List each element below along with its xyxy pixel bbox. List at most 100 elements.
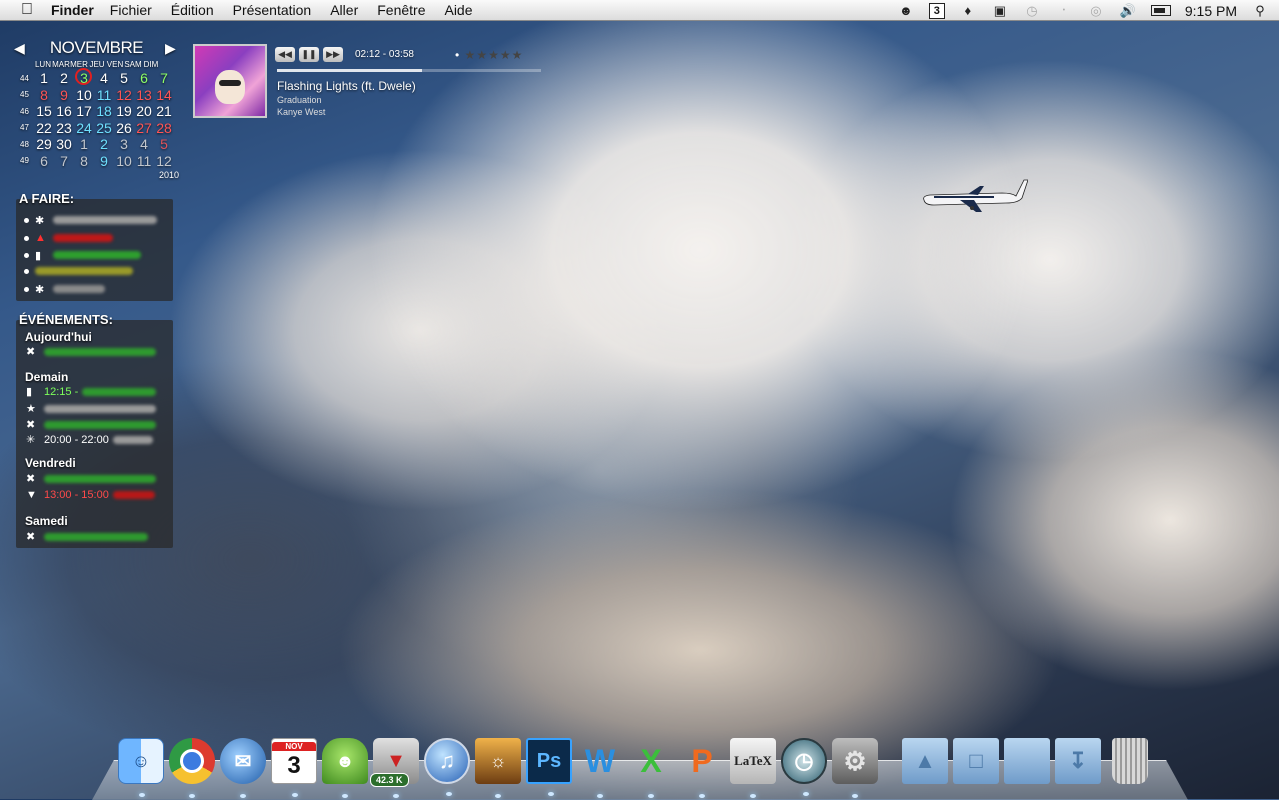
menu-presentation[interactable]: Présentation xyxy=(233,2,312,18)
calendar-day[interactable]: 12 xyxy=(154,153,174,169)
todo-item[interactable]: ▮ xyxy=(24,248,141,262)
star-icon[interactable]: ★ xyxy=(500,48,512,62)
previous-track-icon[interactable]: ◀◀ xyxy=(275,47,295,62)
trash-icon[interactable] xyxy=(1112,738,1148,784)
spotlight-search-icon[interactable]: ⚲ xyxy=(1251,3,1269,18)
event-item[interactable]: ✖ xyxy=(26,530,148,543)
star-icon[interactable]: ★ xyxy=(488,48,500,62)
calendar-day[interactable]: 11 xyxy=(94,87,114,103)
calendar-day[interactable]: 10 xyxy=(74,87,94,103)
apple-menu-icon[interactable]:  xyxy=(17,1,37,19)
chrome-icon[interactable] xyxy=(169,738,215,798)
calendar-day[interactable]: 21 xyxy=(154,103,174,119)
event-item[interactable]: ▼ 13:00 - 15:00 xyxy=(26,488,155,501)
menu-fenetre[interactable]: Fenêtre xyxy=(377,2,425,18)
todo-item[interactable]: ✱ xyxy=(24,282,105,296)
calendar-day[interactable]: 1 xyxy=(74,136,94,152)
pause-icon[interactable]: ❚❚ xyxy=(299,47,319,62)
calendar-day[interactable]: 3 xyxy=(114,136,134,152)
calendar-day[interactable]: 10 xyxy=(114,153,134,169)
todo-item[interactable]: ▲ xyxy=(24,231,113,245)
calendar-day[interactable]: 23 xyxy=(54,120,74,136)
event-item[interactable]: ▮ 12:15 - xyxy=(26,385,157,398)
calendar-day[interactable]: 14 xyxy=(154,87,174,103)
itunes-icon[interactable]: ♫ xyxy=(424,738,470,796)
calendar-day[interactable]: 28 xyxy=(154,120,174,136)
calendar-status-icon[interactable]: 3 xyxy=(928,2,945,19)
calendar-day[interactable]: 13 xyxy=(134,87,154,103)
display-status-icon[interactable]: ▣ xyxy=(991,3,1009,18)
mail-icon[interactable]: ✉ xyxy=(220,738,266,798)
calendar-day[interactable]: 20 xyxy=(134,103,154,119)
documents-folder-icon[interactable]: □ xyxy=(953,738,999,784)
rating-stars[interactable]: • ★★★★★ xyxy=(455,48,523,62)
event-item[interactable]: ✖ xyxy=(26,345,156,358)
calendar-day[interactable]: 15 xyxy=(34,103,54,119)
calendar-day[interactable]: 5 xyxy=(114,70,134,86)
event-item[interactable]: ★ xyxy=(26,402,156,415)
adium-status-icon[interactable]: ☻ xyxy=(897,3,915,18)
star-icon[interactable]: ★ xyxy=(512,48,524,62)
iphoto-icon[interactable]: ☼ xyxy=(475,738,521,798)
calendar-day[interactable]: 8 xyxy=(74,153,94,169)
calendar-day[interactable]: 9 xyxy=(54,87,74,103)
photoshop-icon[interactable]: Ps xyxy=(526,738,572,796)
calendar-day[interactable]: 4 xyxy=(134,136,154,152)
calendar-day[interactable]: 1 xyxy=(34,70,54,86)
event-item[interactable]: ✖ xyxy=(26,472,156,485)
calendar-day[interactable]: 29 xyxy=(34,136,54,152)
calendar-day[interactable]: 8 xyxy=(34,87,54,103)
time-machine-status-icon[interactable]: ◷ xyxy=(1023,3,1041,18)
calendar-day[interactable]: 12 xyxy=(114,87,134,103)
calendar-day[interactable]: 26 xyxy=(114,120,134,136)
folder-icon[interactable] xyxy=(1004,738,1050,784)
album-cover[interactable] xyxy=(193,44,267,118)
menu-edition[interactable]: Édition xyxy=(171,2,214,18)
clock[interactable]: 9:15 PM xyxy=(1185,3,1237,19)
next-track-icon[interactable]: ▶▶ xyxy=(323,47,343,62)
star-icon[interactable]: ★ xyxy=(465,48,477,62)
calendar-day[interactable]: 11 xyxy=(134,153,154,169)
calendar-day[interactable]: 4 xyxy=(94,70,114,86)
calendar-day[interactable]: 17 xyxy=(74,103,94,119)
ical-icon[interactable]: NOV 3 xyxy=(271,738,317,797)
calendar-day[interactable]: 25 xyxy=(94,120,114,136)
calendar-day[interactable]: 9 xyxy=(94,153,114,169)
adium-icon[interactable]: ☻ xyxy=(322,738,368,798)
calendar-day[interactable]: 7 xyxy=(154,70,174,86)
word-icon[interactable]: W xyxy=(577,738,623,798)
event-item[interactable]: ✳ 20:00 - 22:00 xyxy=(26,433,153,446)
todo-item[interactable] xyxy=(24,264,133,278)
menu-aide[interactable]: Aide xyxy=(444,2,472,18)
applications-folder-icon[interactable]: ▲ xyxy=(902,738,948,784)
system-preferences-icon[interactable]: ⚙ xyxy=(832,738,878,798)
calendar-day[interactable]: 16 xyxy=(54,103,74,119)
next-month-icon[interactable]: ▶ xyxy=(165,40,179,57)
calendar-day[interactable]: 30 xyxy=(54,136,74,152)
calendar-day[interactable]: 18 xyxy=(94,103,114,119)
bluetooth-icon[interactable]: ᛫ xyxy=(1055,3,1073,18)
calendar-day[interactable]: 22 xyxy=(34,120,54,136)
event-item[interactable]: ✖ xyxy=(26,418,156,431)
calendar-day[interactable]: 24 xyxy=(74,120,94,136)
previous-month-icon[interactable]: ◀ xyxy=(14,40,28,57)
calendar-day-today[interactable]: 3 xyxy=(74,68,94,86)
time-machine-icon[interactable]: ◷ xyxy=(781,738,827,796)
battery-icon[interactable] xyxy=(1150,5,1171,16)
todo-item[interactable]: ✱ xyxy=(24,213,157,227)
powerpoint-icon[interactable]: P xyxy=(679,738,725,798)
wifi-icon[interactable]: ◎ xyxy=(1087,3,1105,18)
calendar-day[interactable]: 6 xyxy=(34,153,54,169)
calendar-day[interactable]: 2 xyxy=(94,136,114,152)
menu-fichier[interactable]: Fichier xyxy=(110,2,152,18)
calendar-day[interactable]: 27 xyxy=(134,120,154,136)
calendar-day[interactable]: 19 xyxy=(114,103,134,119)
menu-app-finder[interactable]: Finder xyxy=(51,2,94,18)
growl-status-icon[interactable]: ♦ xyxy=(959,3,977,18)
calendar-day[interactable]: 2 xyxy=(54,70,74,86)
transmission-icon[interactable]: ▼ 42.3 K xyxy=(370,738,419,798)
calendar-day[interactable]: 7 xyxy=(54,153,74,169)
track-progress-bar[interactable] xyxy=(277,69,541,72)
menu-aller[interactable]: Aller xyxy=(330,2,358,18)
volume-icon[interactable]: 🔊 xyxy=(1119,3,1137,18)
